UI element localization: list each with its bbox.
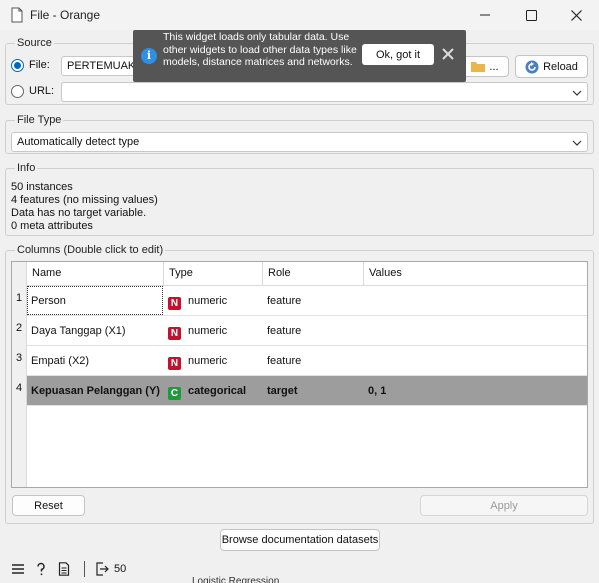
orange-app-icon bbox=[11, 7, 23, 23]
cell-name[interactable]: Kepuasan Pelanggan (Y) bbox=[27, 376, 163, 406]
cell-role[interactable]: target bbox=[263, 376, 364, 406]
title-bar: File - Orange bbox=[0, 0, 599, 30]
cell-name[interactable]: Empati (X2) bbox=[27, 346, 163, 376]
maximize-icon bbox=[525, 9, 537, 21]
columns-title: Columns (Double click to edit) bbox=[15, 244, 166, 256]
cell-role[interactable]: feature bbox=[263, 316, 364, 346]
header-values[interactable]: Values bbox=[364, 262, 587, 286]
header-name[interactable]: Name bbox=[27, 262, 164, 286]
browse-label: ... bbox=[489, 60, 499, 73]
background-window-text: Logistic Regression bbox=[192, 576, 280, 583]
type-label: categorical bbox=[188, 385, 247, 397]
header-role[interactable]: Role bbox=[263, 262, 364, 286]
reload-icon bbox=[525, 60, 539, 73]
info-meta: 0 meta attributes bbox=[11, 220, 93, 232]
info-target: Data has no target variable. bbox=[11, 207, 147, 219]
info-icon: i bbox=[141, 48, 157, 64]
url-combo[interactable] bbox=[61, 82, 588, 102]
minimize-button[interactable] bbox=[462, 0, 508, 30]
table-row-selected[interactable]: Kepuasan Pelanggan (Y) Ccategorical targ… bbox=[27, 376, 587, 406]
cell-name[interactable]: Daya Tanggap (X1) bbox=[27, 316, 163, 346]
folder-icon bbox=[471, 62, 486, 72]
cell-values[interactable] bbox=[364, 316, 584, 346]
file-type-value: Automatically detect type bbox=[17, 136, 140, 148]
chevron-down-icon bbox=[572, 140, 582, 146]
cell-values[interactable]: 0, 1 bbox=[364, 376, 584, 406]
numeric-type-icon: N bbox=[168, 357, 181, 370]
cell-type[interactable]: Ccategorical bbox=[164, 376, 263, 406]
row-header-column: 1 2 3 4 bbox=[12, 262, 27, 487]
output-count: 50 bbox=[114, 563, 127, 575]
file-label: File: bbox=[29, 59, 50, 71]
url-label: URL: bbox=[29, 85, 55, 97]
browse-file-button[interactable]: ... bbox=[461, 56, 509, 77]
cell-values[interactable] bbox=[364, 346, 584, 376]
type-label: numeric bbox=[188, 325, 228, 337]
report-icon[interactable] bbox=[57, 562, 71, 576]
file-type-combo[interactable]: Automatically detect type bbox=[11, 132, 588, 152]
table-row[interactable]: Daya Tanggap (X1) Nnumeric feature bbox=[27, 316, 587, 346]
apply-button[interactable]: Apply bbox=[420, 495, 588, 516]
cell-values[interactable] bbox=[364, 286, 584, 316]
close-window-button[interactable] bbox=[553, 0, 599, 30]
minimize-icon bbox=[480, 14, 490, 16]
table-row[interactable]: Person Nnumeric feature bbox=[27, 286, 587, 316]
help-icon[interactable] bbox=[34, 562, 48, 576]
type-label: numeric bbox=[188, 295, 228, 307]
row-number[interactable]: 1 bbox=[12, 292, 26, 304]
cell-name[interactable]: Person bbox=[27, 286, 163, 315]
output-icon bbox=[96, 562, 109, 576]
row-number[interactable]: 2 bbox=[12, 322, 26, 334]
numeric-type-icon: N bbox=[168, 297, 181, 310]
reload-label: Reload bbox=[543, 60, 578, 73]
cell-role[interactable]: feature bbox=[263, 346, 364, 376]
file-type-title: File Type bbox=[15, 114, 64, 126]
cell-type[interactable]: Nnumeric bbox=[164, 286, 263, 316]
header-type[interactable]: Type bbox=[164, 262, 263, 286]
cell-type[interactable]: Nnumeric bbox=[164, 316, 263, 346]
row-number[interactable]: 3 bbox=[12, 352, 26, 364]
info-title: Info bbox=[15, 162, 38, 174]
chevron-down-icon bbox=[572, 90, 582, 96]
info-instances: 50 instances bbox=[11, 181, 73, 193]
menu-icon[interactable] bbox=[11, 562, 25, 576]
columns-table[interactable]: 1 2 3 4 Name Type Role Values Person Nnu… bbox=[11, 261, 588, 488]
source-title: Source bbox=[15, 37, 54, 49]
info-notification: i This widget loads only tabular data. U… bbox=[133, 30, 466, 82]
maximize-button[interactable] bbox=[508, 0, 554, 30]
file-radio[interactable] bbox=[11, 59, 24, 72]
cell-role[interactable]: feature bbox=[263, 286, 364, 316]
window-title: File - Orange bbox=[30, 8, 101, 22]
browse-documentation-datasets-button[interactable]: Browse documentation datasets bbox=[220, 529, 380, 551]
cell-type[interactable]: Nnumeric bbox=[164, 346, 263, 376]
categorical-type-icon: C bbox=[168, 387, 181, 400]
row-number[interactable]: 4 bbox=[12, 382, 26, 394]
close-notification-icon[interactable] bbox=[441, 47, 455, 61]
close-icon bbox=[570, 9, 582, 21]
reload-button[interactable]: Reload bbox=[515, 55, 588, 78]
type-label: numeric bbox=[188, 355, 228, 367]
status-bar: 50 bbox=[0, 556, 599, 583]
url-radio[interactable] bbox=[11, 85, 24, 98]
reset-button[interactable]: Reset bbox=[12, 495, 85, 516]
status-separator bbox=[84, 561, 85, 577]
info-features: 4 features (no missing values) bbox=[11, 194, 158, 206]
numeric-type-icon: N bbox=[168, 327, 181, 340]
ok-got-it-button[interactable]: Ok, got it bbox=[362, 44, 434, 65]
notification-text: This widget loads only tabular data. Use… bbox=[163, 31, 357, 68]
table-row[interactable]: Empati (X2) Nnumeric feature bbox=[27, 346, 587, 376]
